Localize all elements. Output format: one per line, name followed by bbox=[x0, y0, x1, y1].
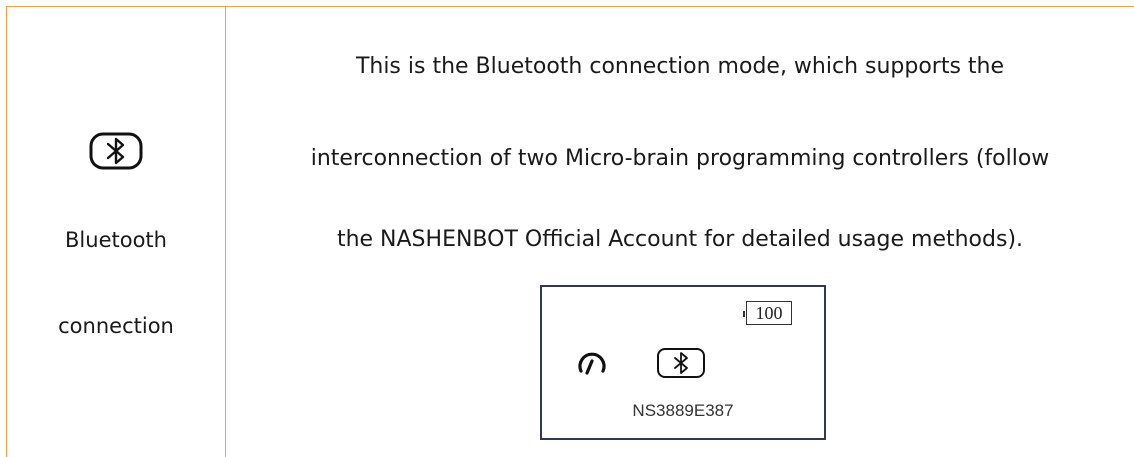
mode-label-line2: connection bbox=[58, 314, 174, 338]
mode-label-line1: Bluetooth bbox=[65, 228, 167, 252]
battery-terminal bbox=[743, 311, 745, 317]
bluetooth-icon bbox=[657, 348, 705, 378]
device-screen-preview: 100 NS3889E387 bbox=[540, 285, 826, 440]
battery-level: 100 bbox=[746, 301, 792, 325]
device-id: NS3889E387 bbox=[632, 401, 734, 420]
description-line2: interconnection of two Micro-brain progr… bbox=[310, 146, 1050, 171]
bluetooth-icon bbox=[89, 132, 143, 170]
mode-table: Bluetooth connection This is the Bluetoo… bbox=[0, 0, 1134, 457]
table-top-border bbox=[7, 6, 1134, 7]
gauge-icon bbox=[578, 352, 606, 375]
description-line3: the NASHENBOT Official Account for detai… bbox=[336, 227, 1024, 252]
description-line1: This is the Bluetooth connection mode, w… bbox=[355, 54, 1005, 79]
